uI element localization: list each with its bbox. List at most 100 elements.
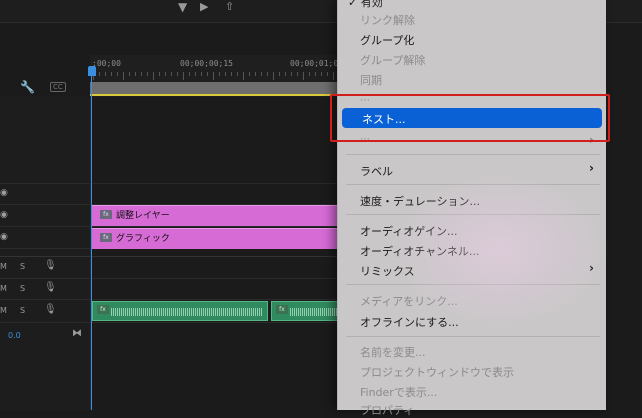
menu-item-reveal-in-project[interactable]: プロジェクトウィンドウで表示: [360, 364, 514, 380]
mute-button[interactable]: M: [0, 262, 7, 271]
render-bar: [90, 94, 342, 96]
highlight-frame: [330, 94, 610, 142]
ruler-tick: [99, 72, 100, 76]
ruler-tick: [105, 72, 106, 76]
ruler-tick: [111, 72, 112, 76]
row-divider: [0, 322, 342, 323]
fx-badge: fx: [97, 305, 109, 314]
ruler-tick: [285, 72, 286, 76]
microphone-icon[interactable]: 🎙: [44, 304, 57, 315]
waveform: [111, 308, 263, 316]
row-divider: [0, 183, 342, 184]
eye-icon[interactable]: ◉: [0, 210, 8, 220]
ruler-tick: [165, 72, 166, 76]
ruler-tick: [243, 72, 244, 80]
menu-item-group[interactable]: グループ化: [360, 32, 414, 48]
menu-item-reveal-in-finder[interactable]: Finderで表示...: [360, 384, 437, 400]
menu-separator: [346, 336, 600, 337]
ruler-tick: [135, 72, 136, 76]
export-icon[interactable]: ⇧: [225, 0, 234, 13]
row-divider: [0, 278, 342, 279]
ruler-tick: [201, 72, 202, 76]
microphone-icon[interactable]: 🎙: [44, 260, 57, 271]
ruler-tick: [231, 72, 232, 76]
video-audio-divider: [0, 256, 342, 257]
menu-item-label[interactable]: ラベル: [360, 163, 393, 179]
adjustment-layer-clip[interactable]: fx 調整レイヤー: [92, 205, 342, 226]
ruler-tick: [315, 72, 316, 76]
ruler-tick: [147, 72, 148, 76]
ruler-tick: [249, 72, 250, 76]
ruler-tick: [177, 72, 178, 76]
ruler-tick: [141, 72, 142, 76]
ruler-tick: [327, 72, 328, 76]
ruler-tick: [273, 72, 274, 80]
solo-button[interactable]: S: [20, 262, 25, 271]
menu-item-unlink[interactable]: リンク解除: [360, 12, 415, 28]
ruler-tick: [279, 72, 280, 76]
audio-clip[interactable]: fx: [92, 301, 268, 321]
menu-separator: [346, 154, 600, 155]
graphics-clip[interactable]: fx グラフィック: [92, 228, 342, 249]
clip-label: 調整レイヤー: [116, 211, 170, 221]
mute-button[interactable]: M: [0, 284, 7, 293]
track-header-panel: [0, 96, 91, 410]
ruler-tick: [213, 72, 214, 80]
menu-item-properties[interactable]: プロパティ: [360, 402, 414, 418]
filter-icon[interactable]: ▼: [178, 0, 187, 14]
ruler-tick: [183, 72, 184, 80]
clip-label: グラフィック: [116, 234, 170, 244]
menu-item-enabled[interactable]: ✓ 有効: [348, 0, 383, 10]
ruler-tick: [195, 72, 196, 76]
eye-icon[interactable]: ◉: [0, 188, 8, 198]
ruler-tick: [303, 72, 304, 80]
fx-badge: fx: [276, 305, 288, 314]
ruler-tick: [159, 72, 160, 76]
ruler-tick: [171, 72, 172, 76]
menu-item-ungroup[interactable]: グループ解除: [360, 52, 425, 68]
timecode-1: 00;00;00;15: [180, 59, 233, 68]
ruler-tick: [321, 72, 322, 76]
ruler-tick: [333, 72, 334, 80]
solo-button[interactable]: S: [20, 306, 25, 315]
ruler-tick: [153, 72, 154, 80]
ruler-tick: [267, 72, 268, 76]
ruler-tick: [189, 72, 190, 76]
fx-badge: fx: [100, 210, 112, 219]
ruler-tick: [123, 72, 124, 80]
waveform: [290, 308, 337, 316]
ruler-tick: [207, 72, 208, 76]
audio-clip[interactable]: fx: [271, 301, 342, 321]
timecode-0: ;00;00: [92, 59, 121, 68]
row-divider: [0, 226, 342, 227]
menu-item-rename[interactable]: 名前を変更...: [360, 344, 426, 360]
ruler-tick: [291, 72, 292, 76]
ruler-tick: [297, 72, 298, 76]
row-divider: [0, 299, 342, 300]
microphone-icon[interactable]: 🎙: [44, 282, 57, 293]
wrench-icon[interactable]: 🔧: [20, 80, 35, 94]
ruler-tick: [219, 72, 220, 76]
ruler-tick: [225, 72, 226, 76]
bowtie-icon[interactable]: ⧓: [72, 328, 82, 339]
menu-item-sync[interactable]: 同期: [360, 72, 382, 88]
work-area-bar[interactable]: [90, 82, 342, 94]
playhead-handle[interactable]: [88, 66, 96, 76]
fx-badge: fx: [100, 233, 112, 242]
menu-glow: [390, 170, 610, 330]
mute-button[interactable]: M: [0, 306, 7, 315]
marker-icon[interactable]: ▶: [200, 0, 208, 13]
eye-icon[interactable]: ◉: [0, 232, 8, 242]
ruler-tick: [117, 72, 118, 76]
ruler-tick: [261, 72, 262, 76]
playhead-line[interactable]: [91, 70, 92, 410]
ruler-tick: [309, 72, 310, 76]
ruler-tick: [255, 72, 256, 76]
chevron-right-icon: ›: [589, 161, 594, 175]
timecode-2: 00;00;01;0: [290, 59, 339, 68]
ruler-tick: [237, 72, 238, 76]
ruler-tick: [129, 72, 130, 76]
master-volume-value[interactable]: 0.0: [8, 331, 21, 340]
captions-icon[interactable]: CC: [50, 82, 66, 92]
solo-button[interactable]: S: [20, 284, 25, 293]
